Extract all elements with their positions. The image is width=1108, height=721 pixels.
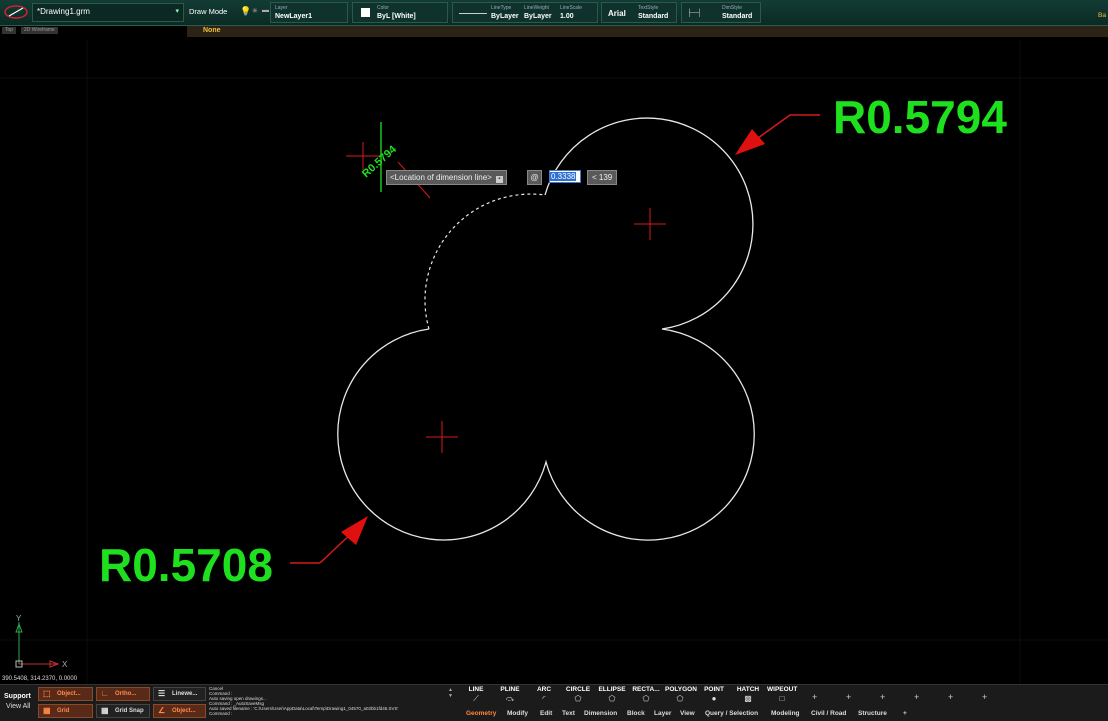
point-icon: ●	[711, 694, 717, 703]
draw-mode-label[interactable]: Draw Mode	[189, 7, 227, 16]
arc-icon: ◜	[542, 694, 546, 703]
leader-bottom-arrow	[341, 516, 368, 545]
relative-toggle-button[interactable]: @	[527, 170, 542, 185]
view-all-button[interactable]: View All	[6, 703, 30, 710]
command-log-scroll[interactable]: ▲ ▼	[448, 687, 453, 699]
circle-tool-button[interactable]: CIRCLE ⬠	[563, 686, 593, 703]
sun-icon[interactable]: ✳	[252, 7, 258, 15]
support-button[interactable]: Support	[4, 693, 31, 700]
dim-value-input[interactable]: 0.3338	[549, 170, 581, 183]
command-log[interactable]: Cancel Command : Auto saving open drawin…	[209, 686, 455, 720]
view-tag-visualstyle[interactable]: 2D Wireframe	[21, 27, 58, 34]
hatch-tool-button[interactable]: HATCH ▩	[733, 686, 763, 703]
object-snap-icon: ⬚	[43, 689, 51, 698]
grid-icon: ▦	[43, 706, 51, 715]
grid-snap-button[interactable]: ▦ Grid Snap	[96, 704, 150, 718]
leader-top-arrow	[735, 129, 765, 155]
object-snap-button[interactable]: ⬚ Object...	[38, 687, 93, 701]
tab-modeling[interactable]: Modeling	[771, 710, 800, 717]
polygon-tool-button[interactable]: POLYGON ⬠	[665, 686, 697, 703]
line-icon: ⟋	[473, 694, 479, 703]
grid-button[interactable]: ▦ Grid	[38, 704, 93, 718]
tab-edit[interactable]: Edit	[540, 710, 552, 717]
dashed-preview-arc	[424, 193, 546, 330]
ellipse-tool-button[interactable]: ELLIPSE ⬠	[597, 686, 627, 703]
add-tool-button-4[interactable]: +	[914, 692, 919, 702]
svg-text:X: X	[62, 660, 68, 669]
annotation-bottom: R0.5708	[99, 539, 273, 591]
ortho-button[interactable]: ∟ Ortho...	[96, 687, 150, 701]
lock-icon[interactable]: ▪	[495, 176, 503, 183]
pline-tool-button[interactable]: PLINE ⤼	[495, 686, 525, 704]
color-swatch	[361, 8, 370, 17]
textstyle-group[interactable]: Arial TextStyle Standard	[601, 2, 677, 23]
rectangle-tool-button[interactable]: RECTA... ⬠	[631, 686, 661, 703]
lineweight-icon: ☰	[158, 689, 166, 698]
grid-snap-icon: ▦	[101, 706, 109, 715]
bulb-icon[interactable]: 💡	[240, 6, 251, 17]
add-tool-button-1[interactable]: +	[812, 692, 817, 702]
lineweight-button[interactable]: ☰ Linewe...	[153, 687, 206, 701]
add-tool-button-6[interactable]: +	[982, 692, 987, 702]
add-tool-button-2[interactable]: +	[846, 692, 851, 702]
line-tool-button[interactable]: LINE ⟋	[461, 686, 491, 704]
ortho-icon: ∟	[101, 689, 109, 698]
view-tag-top[interactable]: Top	[2, 27, 17, 34]
coordinate-readout: 390.5408, 314.2370, 0.0000	[2, 676, 78, 682]
layer-color-icon[interactable]: ▬	[262, 7, 269, 14]
property-subbar: None	[187, 26, 1108, 37]
add-tab-button[interactable]: +	[903, 710, 907, 717]
chevron-down-icon[interactable]: ▾	[175, 7, 179, 15]
app-logo-icon[interactable]	[3, 4, 29, 20]
ellipse-icon: ⬠	[608, 694, 616, 703]
hatch-icon: ▩	[744, 694, 752, 703]
tab-text[interactable]: Text	[562, 710, 575, 717]
pline-icon: ⤼	[505, 694, 515, 703]
rectangle-icon: ⬠	[642, 694, 650, 703]
top-toolbar: *Drawing1.grm ▾ Draw Mode 💡 ✳ ▬ Layer Ne…	[0, 0, 1108, 26]
tab-view[interactable]: View	[680, 710, 695, 717]
polygon-icon: ⬠	[676, 694, 684, 703]
tab-layer[interactable]: Layer	[654, 710, 671, 717]
wipeout-tool-button[interactable]: WIPEOUT □	[767, 686, 797, 703]
linetype-preview-icon	[459, 13, 487, 14]
tab-query-selection[interactable]: Query / Selection	[705, 710, 758, 717]
svg-text:Y: Y	[16, 614, 22, 623]
tab-structure[interactable]: Structure	[858, 710, 887, 717]
dimension-icon: ├─┤	[687, 10, 702, 17]
annotation-top: R0.5794	[833, 91, 1007, 143]
tab-geometry[interactable]: Geometry	[466, 710, 496, 717]
dimstyle-group[interactable]: ├─┤ DimStyle Standard	[681, 2, 761, 23]
point-tool-button[interactable]: POINT ●	[699, 686, 729, 703]
angle-input[interactable]: < 139	[587, 170, 618, 185]
drawing-canvas[interactable]: R0.5794 R0.5708 R0.5794	[0, 0, 1108, 720]
document-tab[interactable]: *Drawing1.grm ▾	[32, 3, 184, 22]
layer-dropdown[interactable]: Layer NewLayer1	[270, 2, 348, 23]
ucs-icon: Y X	[15, 614, 68, 669]
object-tracking-button[interactable]: ∠ Object...	[153, 704, 206, 718]
add-tool-button-5[interactable]: +	[948, 692, 953, 702]
dim-location-tooltip: <Location of dimension line> ▪	[386, 170, 507, 185]
tab-civil-road[interactable]: Civil / Road	[811, 710, 846, 717]
arc-tool-button[interactable]: ARC ◜	[529, 686, 559, 703]
linetype-group[interactable]: LineType ByLayer LineWeight ByLayer Line…	[452, 2, 598, 23]
tab-block[interactable]: Block	[627, 710, 645, 717]
tab-modify[interactable]: Modify	[507, 710, 528, 717]
geometry-ribbon: LINE ⟋ PLINE ⤼ ARC ◜ CIRCLE ⬠ ELLIPSE ⬠ RECTA…	[460, 684, 1108, 720]
wipeout-icon: □	[779, 694, 785, 703]
object-tracking-icon: ∠	[158, 706, 166, 715]
color-dropdown[interactable]: Color ByL [White]	[352, 2, 448, 23]
tab-dimension[interactable]: Dimension	[584, 710, 617, 717]
add-tool-button-3[interactable]: +	[880, 692, 885, 702]
circle-icon: ⬠	[574, 694, 582, 703]
